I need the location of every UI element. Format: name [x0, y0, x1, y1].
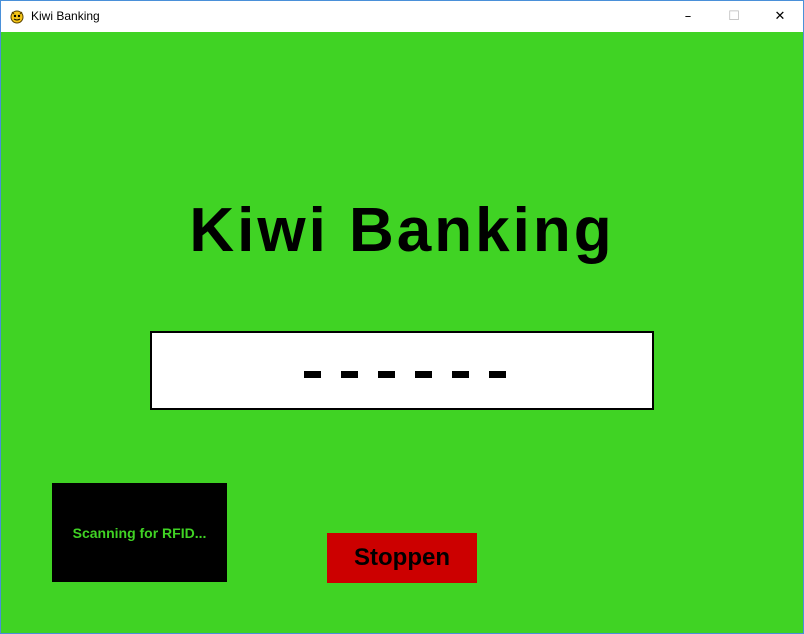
app-window: Kiwi Banking – ☐ ✕ Kiwi Banking Scanning…: [0, 0, 804, 634]
maximize-button[interactable]: ☐: [711, 1, 757, 32]
pin-digit-placeholder: [451, 371, 469, 378]
pin-digit-placeholder: [377, 371, 395, 378]
pin-placeholder: [303, 371, 506, 378]
stop-button[interactable]: Stoppen: [327, 533, 477, 583]
pin-digit-placeholder: [488, 371, 506, 378]
rfid-status-panel: Scanning for RFID...: [52, 483, 227, 582]
main-canvas: Kiwi Banking Scanning for RFID... Stoppe…: [1, 32, 803, 633]
close-icon: ✕: [774, 9, 786, 24]
pin-digit-placeholder: [340, 371, 358, 378]
pin-digit-placeholder: [303, 371, 321, 378]
maximize-icon: ☐: [728, 9, 740, 24]
title-bar[interactable]: Kiwi Banking – ☐ ✕: [1, 1, 803, 32]
pin-digit-placeholder: [414, 371, 432, 378]
window-title: Kiwi Banking: [31, 9, 100, 23]
minimize-button[interactable]: –: [665, 1, 711, 32]
minimize-icon: –: [684, 9, 692, 24]
pygame-snake-icon: [10, 10, 24, 24]
stop-button-label: Stoppen: [354, 544, 450, 571]
close-button[interactable]: ✕: [757, 1, 803, 32]
pin-input-display[interactable]: [150, 331, 654, 410]
rfid-status-text: Scanning for RFID...: [72, 524, 207, 541]
app-heading: Kiwi Banking: [189, 196, 615, 265]
